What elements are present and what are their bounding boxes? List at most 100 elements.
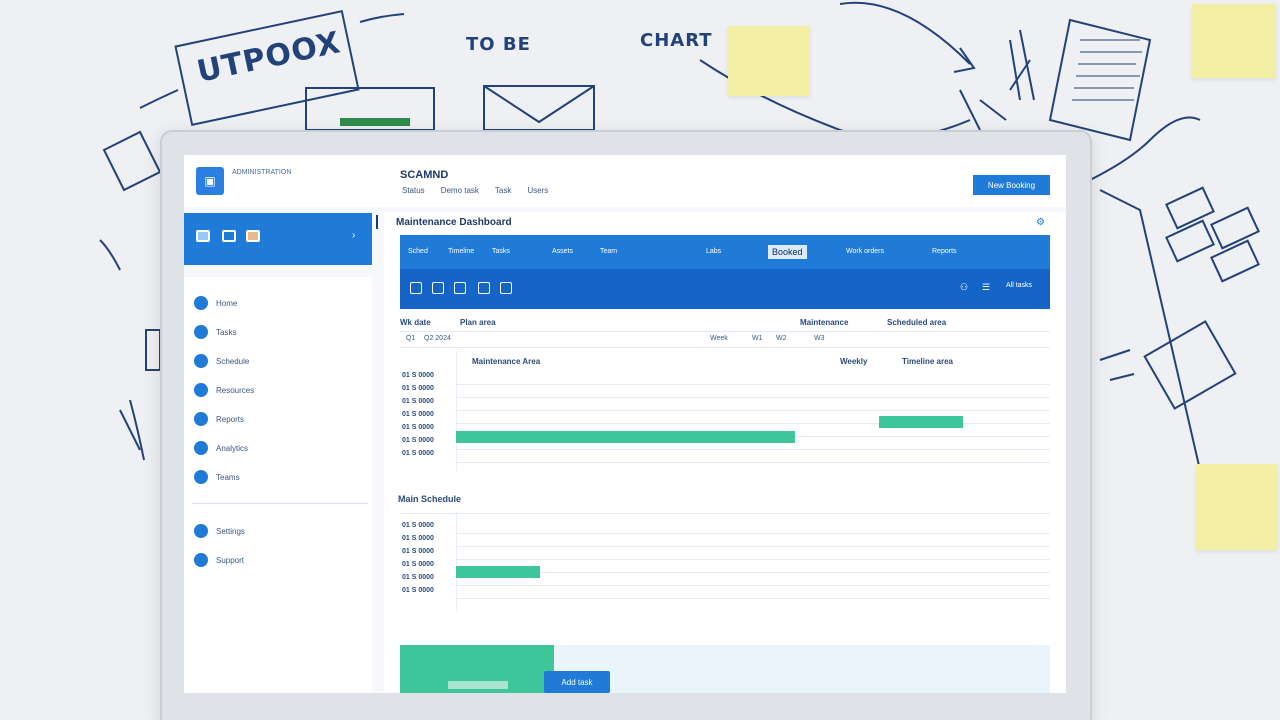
row-label: 01 S 0000 xyxy=(402,574,434,581)
sidebar-item-label: Tasks xyxy=(216,327,237,337)
settings-icon xyxy=(194,524,208,538)
row-label: 01 S 0000 xyxy=(402,548,434,555)
sidebar: Home Tasks Schedule Resources Reports An… xyxy=(184,277,372,693)
list-icon[interactable] xyxy=(478,282,490,294)
new-booking-button[interactable]: New Booking xyxy=(973,175,1050,195)
calendar-icon[interactable] xyxy=(222,230,236,242)
row-label: 01 S 0000 xyxy=(402,561,434,568)
user-icon[interactable]: ⚇ xyxy=(960,282,968,293)
section-title: Weekly xyxy=(840,357,868,366)
column-header: Scheduled area xyxy=(887,318,947,327)
tab-assets[interactable]: Assets xyxy=(552,248,573,255)
gantt-bar[interactable] xyxy=(879,416,963,428)
tasks-icon xyxy=(194,325,208,339)
grid-line xyxy=(456,546,1050,547)
chevron-icon[interactable]: › xyxy=(352,230,355,241)
grid-line xyxy=(456,397,1050,398)
row-label: 01 S 0000 xyxy=(402,535,434,542)
sidebar-item-label: Reports xyxy=(216,414,245,424)
tab-team[interactable]: Team xyxy=(600,248,617,255)
grid-icon[interactable] xyxy=(454,282,466,294)
sub-header: W2 xyxy=(776,335,787,342)
nav-item[interactable]: Demo task xyxy=(441,186,479,195)
summary-placeholder xyxy=(448,681,508,689)
sketch-label: TO BE xyxy=(466,34,531,55)
toolbar: ⚇ ☰ All tasks xyxy=(400,269,1050,309)
row-label: 01 S 0000 xyxy=(402,437,434,444)
tab-timeline[interactable]: Timeline xyxy=(448,248,474,255)
support-icon xyxy=(194,553,208,567)
gantt-bar[interactable] xyxy=(456,566,540,578)
tag-icon[interactable] xyxy=(246,230,260,242)
grid-line xyxy=(456,462,1050,463)
resources-icon xyxy=(194,383,208,397)
nav-item[interactable]: Task xyxy=(495,186,511,195)
header-divider xyxy=(400,347,1050,348)
nav-item[interactable]: Status xyxy=(402,186,425,195)
top-bar: ▣ ADMINISTRATION SCAMND Status Demo task… xyxy=(184,155,1066,207)
grid-line xyxy=(456,598,1050,599)
row-label: 01 S 0000 xyxy=(402,385,434,392)
sidebar-item-support[interactable]: Support xyxy=(194,550,244,570)
title-accent xyxy=(376,215,378,229)
summary-card[interactable] xyxy=(400,645,554,693)
app-title: SCAMND xyxy=(400,169,449,181)
grid-line xyxy=(456,384,1050,385)
teams-icon xyxy=(194,470,208,484)
column-header: Plan area xyxy=(460,318,496,327)
sidebar-item-label: Settings xyxy=(216,526,245,536)
tab-booked[interactable]: Booked xyxy=(768,245,807,259)
grid-line xyxy=(456,533,1050,534)
add-task-button[interactable]: Add task xyxy=(544,671,610,693)
export-icon[interactable] xyxy=(500,282,512,294)
sidebar-item-home[interactable]: Home xyxy=(194,293,237,313)
row-label: 01 S 0000 xyxy=(402,587,434,594)
tab-work-orders[interactable]: Work orders xyxy=(846,248,884,255)
sticky-note xyxy=(728,26,810,96)
sidebar-item-settings[interactable]: Settings xyxy=(194,521,245,541)
analytics-icon xyxy=(194,441,208,455)
tab-tasks[interactable]: Tasks xyxy=(492,248,510,255)
grid-icon[interactable] xyxy=(196,230,210,242)
gantt-bar[interactable] xyxy=(456,431,795,443)
tab-sched[interactable]: Sched xyxy=(408,248,428,255)
sub-header: Week xyxy=(710,335,728,342)
sub-header: Q1 xyxy=(406,335,416,342)
sticky-note xyxy=(1192,4,1276,78)
sidebar-item-reports[interactable]: Reports xyxy=(194,409,244,429)
menu-icon[interactable]: ☰ xyxy=(982,282,990,293)
sidebar-divider xyxy=(192,503,368,504)
sub-header: W3 xyxy=(814,335,825,342)
grid-line xyxy=(456,572,1050,573)
sidebar-item-teams[interactable]: Teams xyxy=(194,467,240,487)
tab-reports[interactable]: Reports xyxy=(932,248,957,255)
row-label: 01 S 0000 xyxy=(402,424,434,431)
tab-bar: Sched Timeline Tasks Assets Team Labs Bo… xyxy=(400,235,1050,269)
row-label: 01 S 0000 xyxy=(402,398,434,405)
sidebar-item-label: Teams xyxy=(216,472,240,482)
grid-line xyxy=(456,351,457,471)
sidebar-header: › xyxy=(184,213,372,265)
sidebar-item-resources[interactable]: Resources xyxy=(194,380,254,400)
sidebar-item-schedule[interactable]: Schedule xyxy=(194,351,249,371)
header-divider xyxy=(400,331,1050,332)
tab-labs[interactable]: Labs xyxy=(706,248,721,255)
sub-header: W1 xyxy=(752,335,763,342)
grid-line xyxy=(456,410,1050,411)
logo-text: ADMINISTRATION xyxy=(232,169,292,176)
sub-header: Q2 2024 xyxy=(424,335,451,342)
sticky-note xyxy=(1196,464,1278,550)
grid-line xyxy=(456,449,1050,450)
filter-icon[interactable] xyxy=(410,282,422,294)
calendar-icon[interactable] xyxy=(432,282,444,294)
home-icon xyxy=(194,296,208,310)
toolbar-filter-label[interactable]: All tasks xyxy=(1006,282,1032,289)
sidebar-item-tasks[interactable]: Tasks xyxy=(194,322,236,342)
section-title: Timeline area xyxy=(902,357,953,366)
nav-item[interactable]: Users xyxy=(527,186,548,195)
schedule-icon xyxy=(194,354,208,368)
sidebar-item-label: Home xyxy=(216,298,238,308)
sketch-label: CHART xyxy=(640,30,713,51)
gear-icon[interactable]: ⚙ xyxy=(1036,217,1045,228)
sidebar-item-analytics[interactable]: Analytics xyxy=(194,438,248,458)
